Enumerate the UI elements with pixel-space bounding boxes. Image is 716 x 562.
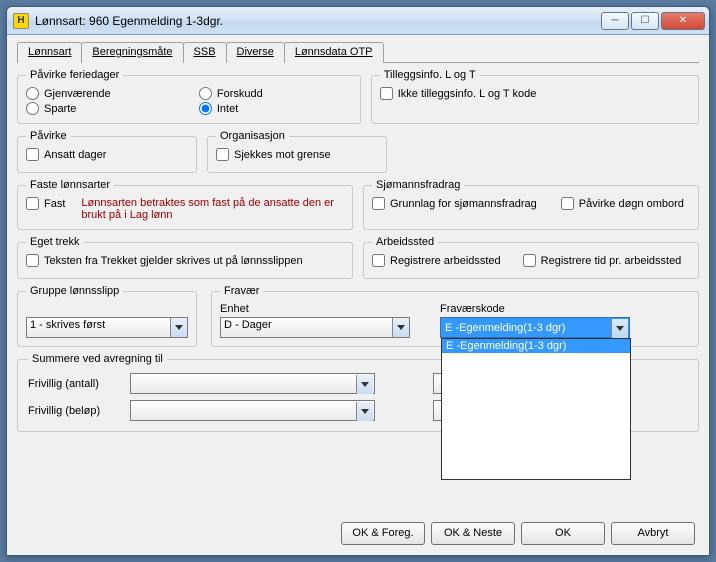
radio-sparte[interactable]: Sparte [26, 102, 179, 115]
check-grunnlag-sjomann[interactable]: Grunnlag for sjømannsfradrag [372, 197, 537, 210]
cancel-button[interactable]: Avbryt [611, 522, 695, 545]
tab-beregningsmate[interactable]: Beregningsmåte [81, 42, 183, 63]
option-egenmelding[interactable]: E -Egenmelding(1-3 dgr) [442, 339, 630, 353]
option-p1[interactable]: P1 -Lønnet permisjon [442, 423, 630, 437]
label-frivillig-belop: Frivillig (beløp) [28, 405, 118, 417]
group-sjomannsfradrag: Sjømannsfradrag Grunnlag for sjømannsfra… [363, 179, 699, 230]
group-arbeidssted: Arbeidssted Registrere arbeidssted Regis… [363, 236, 699, 279]
ok-next-button[interactable]: OK & Neste [431, 522, 515, 545]
check-tekst-trekket[interactable]: Teksten fra Trekket gjelder skrives ut p… [26, 254, 303, 267]
check-pavirke-dogn[interactable]: Påvirke døgn ombord [561, 197, 684, 210]
group-tilleggsinfo: Tilleggsinfo. L og T Ikke tilleggsinfo. … [371, 69, 699, 124]
option-b[interactable]: B -Barns sykdom [442, 395, 630, 409]
check-fast[interactable]: Fast [26, 197, 65, 210]
group-fravar: Fravær Enhet D - Dager Fraværskode E -Eg… [211, 285, 699, 347]
client-area: Lønnsart Beregningsmåte SSB Diverse Lønn… [7, 35, 709, 555]
combo-enhet[interactable]: D - Dager [220, 317, 410, 338]
group-gruppe-lonnsslipp: Gruppe lønnsslipp 1 - skrives først [17, 285, 197, 347]
chevron-down-icon [356, 375, 373, 394]
tab-lonnsdata-otp[interactable]: Lønnsdata OTP [284, 42, 384, 63]
legend-organisasjon: Organisasjon [216, 130, 289, 142]
legend-tilleggsinfo: Tilleggsinfo. L og T [380, 69, 480, 81]
option-p2[interactable]: P2 -Ulønnet permisjon [442, 437, 630, 451]
option-f[interactable]: F -Ferie [442, 465, 630, 479]
check-registrere-tid-pr[interactable]: Registrere tid pr. arbeidssted [523, 254, 682, 267]
check-sjekkes-grense[interactable]: Sjekkes mot grense [216, 148, 331, 161]
legend-gruppe: Gruppe lønnsslipp [26, 285, 123, 297]
combo-gruppe-lonnsslipp[interactable]: 1 - skrives først [26, 317, 188, 338]
check-registrere-arbeidssted[interactable]: Registrere arbeidssted [372, 254, 501, 267]
group-pavirke: Påvirke Ansatt dager [17, 130, 197, 173]
combo-fravaerskode[interactable]: E -Egenmelding(1-3 dgr) E -Egenmelding(1… [440, 317, 630, 338]
group-pavirke-feriedager: Påvirke feriedager Gjenværende Forskudd … [17, 69, 361, 124]
legend-eget-trekk: Eget trekk [26, 236, 84, 248]
window-title: Lønnsart: 960 Egenmelding 1-3dgr. [35, 14, 601, 28]
tab-lonnsart[interactable]: Lønnsart [17, 42, 82, 63]
legend-arbeidssted: Arbeidssted [372, 236, 438, 248]
label-enhet: Enhet [220, 303, 410, 315]
option-p3[interactable]: P3 -Skoft [442, 451, 630, 465]
dropdown-fravaerskode: E -Egenmelding(1-3 dgr) S1 -Sykemelding(… [441, 338, 631, 480]
chevron-down-icon [356, 402, 373, 421]
chevron-down-icon [170, 318, 187, 337]
combo-frivillig-antall[interactable] [130, 373, 375, 394]
radio-gjenvaerende[interactable]: Gjenværende [26, 87, 179, 100]
chevron-down-icon [611, 319, 628, 338]
tab-ssb[interactable]: SSB [183, 42, 227, 63]
legend-faste: Faste lønnsarter [26, 179, 114, 191]
option-s1[interactable]: S1 -Sykemelding(1-3 dgr) [442, 353, 630, 367]
radio-forskudd[interactable]: Forskudd [199, 87, 352, 100]
legend-pavirke: Påvirke [26, 130, 71, 142]
maximize-button[interactable]: ☐ [631, 12, 659, 30]
radio-intet[interactable]: Intet [199, 102, 352, 115]
group-eget-trekk: Eget trekk Teksten fra Trekket gjelder s… [17, 236, 353, 279]
ok-prev-button[interactable]: OK & Foreg. [341, 522, 425, 545]
option-s3[interactable]: S3 -Sykemelding > 16 dager [442, 381, 630, 395]
close-button[interactable]: ✕ [661, 12, 705, 30]
label-frivillig-antall: Frivillig (antall) [28, 378, 118, 390]
dialog-buttons: OK & Foreg. OK & Neste OK Avbryt [341, 522, 695, 545]
label-fravaerskode: Fraværskode [440, 303, 690, 315]
chevron-down-icon [392, 318, 409, 337]
combo-frivillig-belop[interactable] [130, 400, 375, 421]
group-organisasjon: Organisasjon Sjekkes mot grense [207, 130, 387, 173]
option-s2[interactable]: S2 -Sykemelding(4-16 dgr) [442, 367, 630, 381]
minimize-button[interactable]: ─ [601, 12, 629, 30]
tab-diverse[interactable]: Diverse [226, 42, 285, 63]
group-faste-lonnsarter: Faste lønnsarter Fast Lønnsarten betrakt… [17, 179, 353, 230]
option-o[interactable]: O -Svangerskap/Fødsel/omsorg [442, 409, 630, 423]
check-ikke-tilleggsinfo[interactable]: Ikke tilleggsinfo. L og T kode [380, 87, 537, 100]
legend-fravar: Fravær [220, 285, 263, 297]
check-ansatt-dager[interactable]: Ansatt dager [26, 148, 106, 161]
app-icon: H [13, 13, 29, 29]
ok-button[interactable]: OK [521, 522, 605, 545]
app-window: H Lønnsart: 960 Egenmelding 1-3dgr. ─ ☐ … [6, 6, 710, 556]
legend-pavirke-feriedager: Påvirke feriedager [26, 69, 123, 81]
tabstrip: Lønnsart Beregningsmåte SSB Diverse Lønn… [17, 41, 699, 63]
titlebar: H Lønnsart: 960 Egenmelding 1-3dgr. ─ ☐ … [7, 7, 709, 35]
legend-summere: Summere ved avregning til [28, 353, 167, 365]
faste-note: Lønnsarten betraktes som fast på de ansa… [81, 197, 344, 221]
legend-sjomann: Sjømannsfradrag [372, 179, 464, 191]
